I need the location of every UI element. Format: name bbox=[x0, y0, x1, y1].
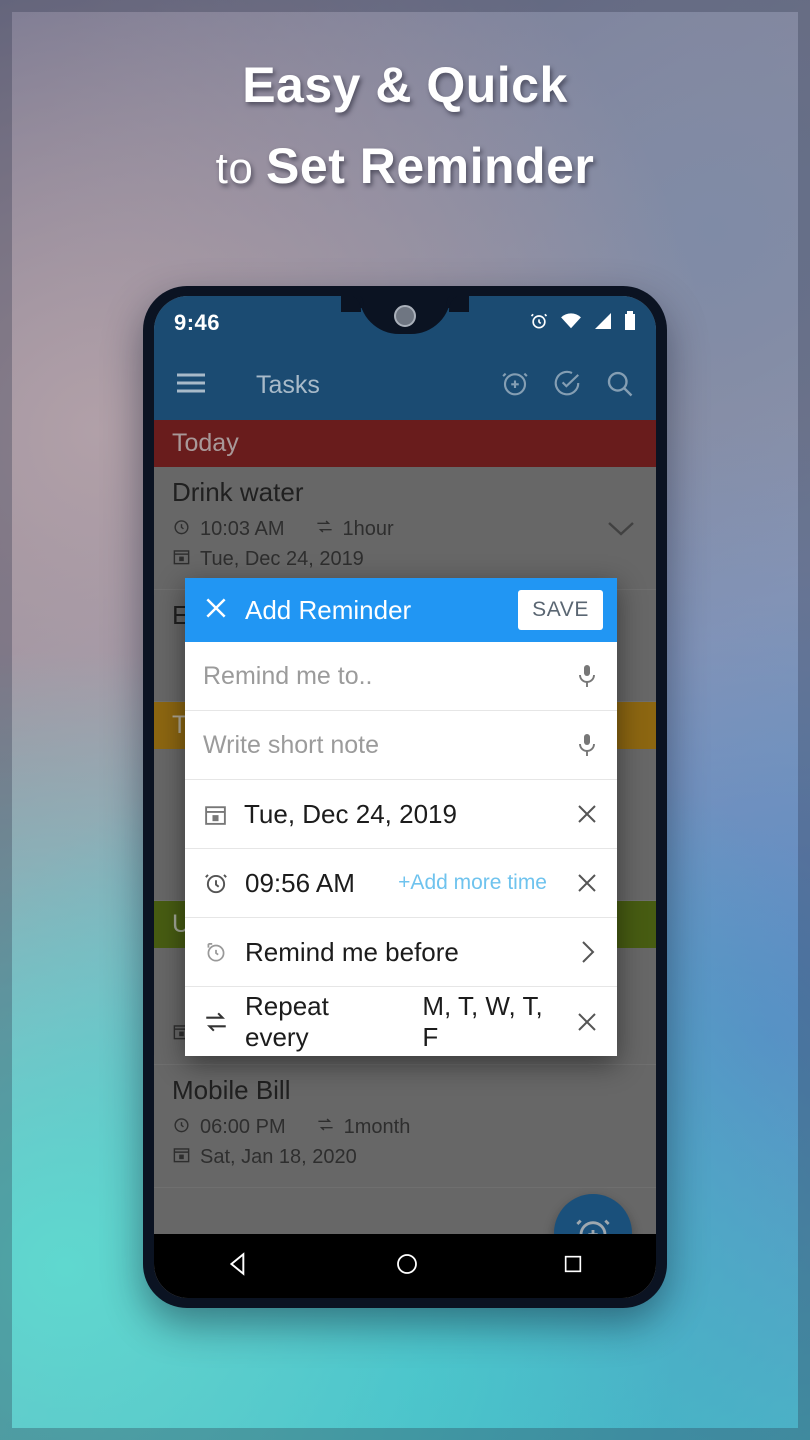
reminder-date-row[interactable]: Tue, Dec 24, 2019 bbox=[185, 780, 617, 849]
front-camera bbox=[394, 305, 416, 327]
status-bar-time: 9:46 bbox=[174, 310, 221, 335]
reminder-title-row[interactable]: Remind me to.. bbox=[185, 642, 617, 711]
add-more-time-link[interactable]: +Add more time bbox=[398, 871, 547, 895]
close-icon[interactable] bbox=[575, 802, 599, 826]
status-bar: 9:46 bbox=[154, 296, 656, 350]
reminder-note-row[interactable]: Write short note bbox=[185, 711, 617, 780]
microphone-icon[interactable] bbox=[575, 663, 599, 689]
close-icon[interactable] bbox=[203, 595, 229, 626]
back-icon[interactable] bbox=[226, 1251, 252, 1282]
microphone-icon[interactable] bbox=[575, 732, 599, 758]
reminder-note-input[interactable]: Write short note bbox=[203, 731, 559, 760]
close-icon[interactable] bbox=[575, 871, 599, 895]
headline-line-2-thin: to bbox=[215, 144, 267, 193]
check-circle-icon[interactable] bbox=[552, 368, 582, 403]
repeat-icon bbox=[203, 1009, 229, 1035]
hamburger-menu-icon[interactable] bbox=[176, 372, 206, 399]
reminder-time-row[interactable]: 09:56 AM +Add more time bbox=[185, 849, 617, 918]
headline-line-2-bold: Set Reminder bbox=[266, 138, 595, 194]
save-button[interactable]: SAVE bbox=[518, 590, 603, 630]
calendar-icon bbox=[203, 802, 228, 827]
repeat-label: Repeat every bbox=[245, 990, 329, 1052]
alarm-add-icon[interactable] bbox=[500, 368, 530, 403]
status-bar-icons bbox=[529, 310, 636, 336]
recents-icon[interactable] bbox=[562, 1253, 584, 1280]
chevron-right-icon[interactable] bbox=[577, 939, 599, 965]
headline-line-2: to Set Reminder bbox=[0, 137, 810, 196]
reminder-time-value[interactable]: 09:56 AM bbox=[245, 868, 382, 899]
repeat-row[interactable]: Repeat every M, T, W, T, F bbox=[185, 987, 617, 1056]
promo-headline: Easy & Quick to Set Reminder bbox=[0, 56, 810, 196]
alarm-icon bbox=[203, 870, 229, 896]
reminder-title-input[interactable]: Remind me to.. bbox=[203, 662, 559, 691]
dialog-title: Add Reminder bbox=[245, 594, 412, 625]
signal-icon bbox=[593, 312, 613, 335]
app-bar-title: Tasks bbox=[256, 370, 320, 399]
search-icon[interactable] bbox=[604, 368, 634, 403]
wifi-icon bbox=[560, 312, 582, 335]
dialog-header: Add Reminder SAVE bbox=[185, 578, 617, 642]
remind-me-before-row[interactable]: Remind me before bbox=[185, 918, 617, 987]
reminder-date-value[interactable]: Tue, Dec 24, 2019 bbox=[244, 799, 559, 830]
remind-me-before-label: Remind me before bbox=[245, 936, 459, 967]
snooze-clock-icon bbox=[203, 939, 229, 965]
add-reminder-dialog: Add Reminder SAVE Remind me to.. Write s… bbox=[185, 578, 617, 1056]
headline-line-1: Easy & Quick bbox=[242, 57, 568, 113]
repeat-days-value[interactable]: M, T, W, T, F bbox=[422, 991, 559, 1053]
home-icon[interactable] bbox=[395, 1252, 419, 1281]
app-bar: Tasks bbox=[154, 350, 656, 420]
android-nav-bar bbox=[154, 1234, 656, 1298]
battery-icon bbox=[624, 310, 636, 336]
close-icon[interactable] bbox=[575, 1010, 599, 1034]
alarm-icon bbox=[529, 311, 549, 336]
